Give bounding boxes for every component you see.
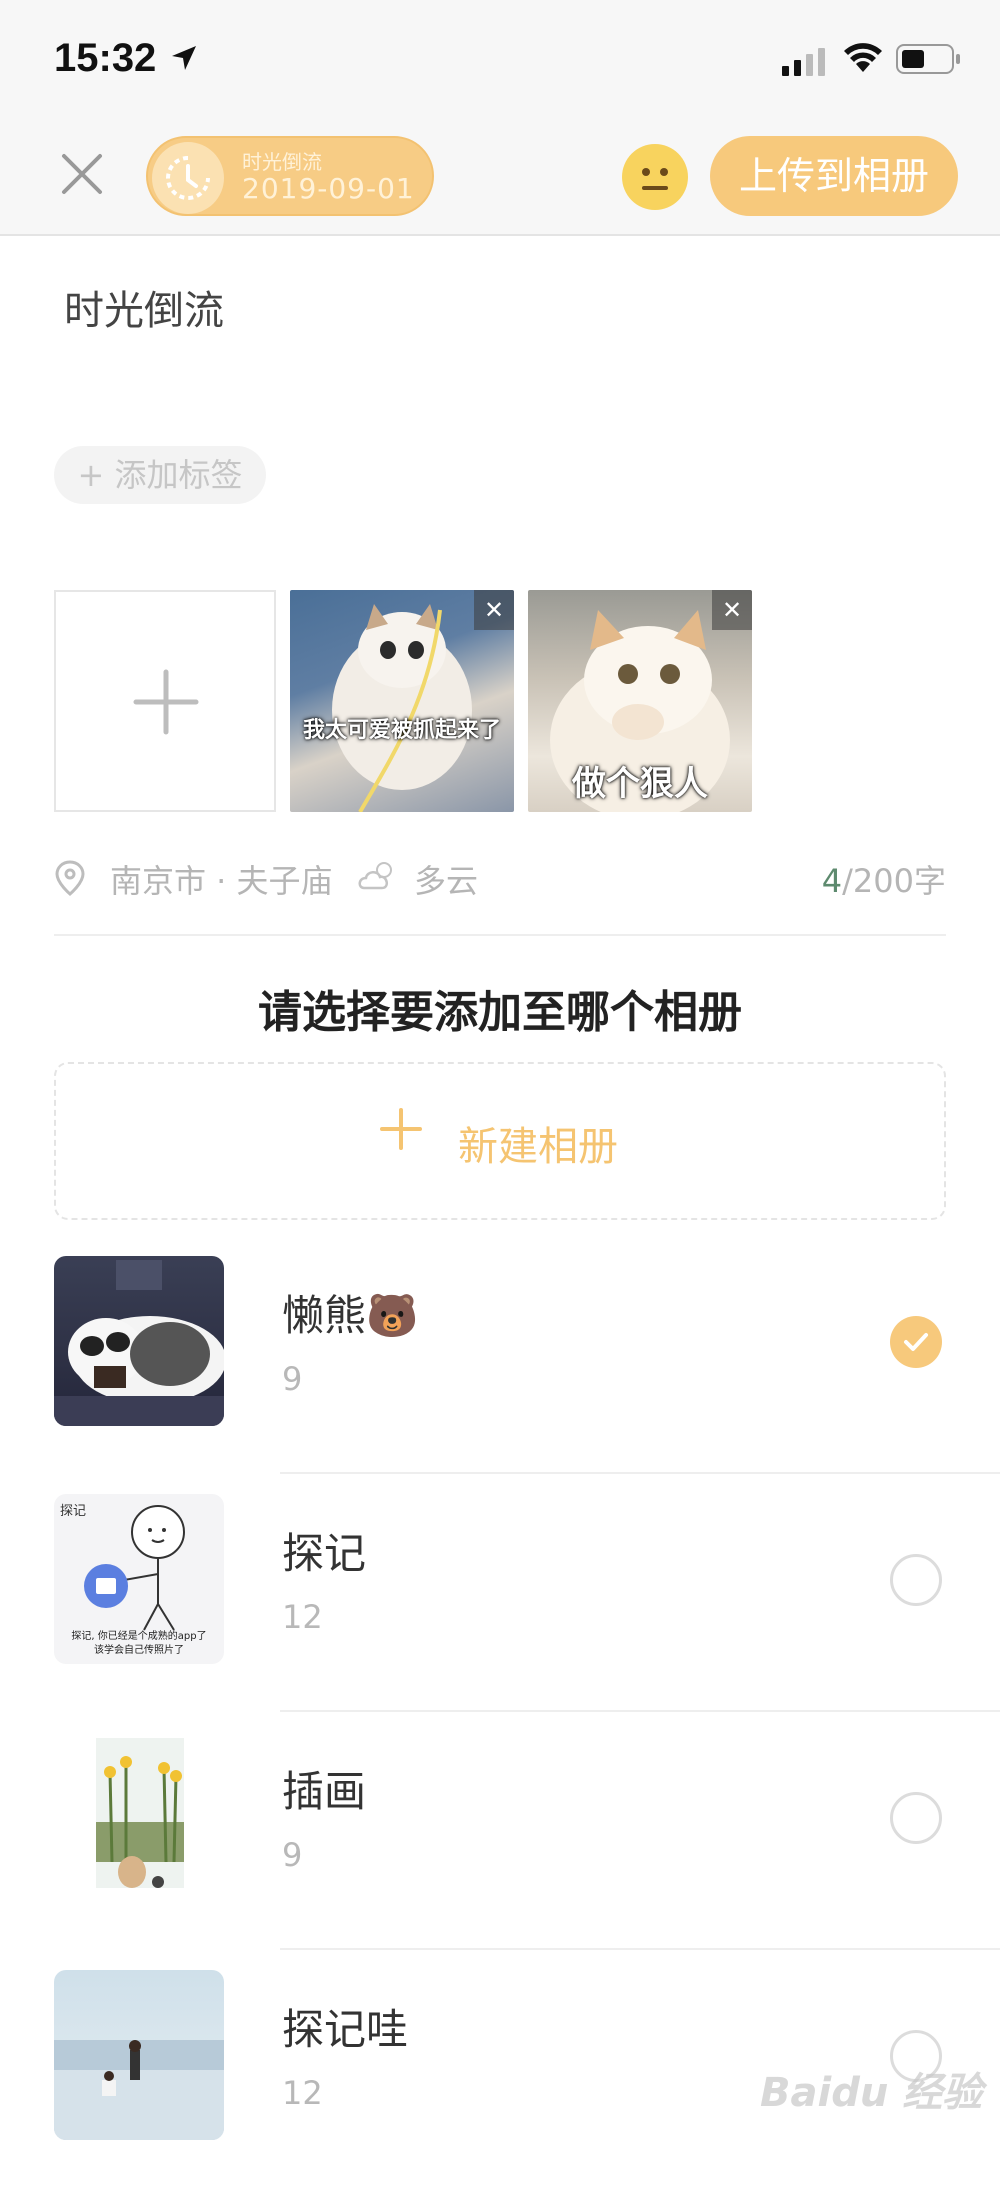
character-count-used: 4 (821, 862, 843, 900)
plus-icon (133, 669, 199, 735)
new-album-button[interactable]: 新建相册 (54, 1062, 946, 1220)
remove-photo-button[interactable]: ✕ (474, 590, 514, 630)
album-list-item[interactable]: 懒熊🐻 9 (0, 1238, 1000, 1474)
add-photo-button[interactable] (54, 590, 276, 812)
album-name: 探记哇 (282, 2005, 409, 2054)
weather-label[interactable]: 多云 (414, 856, 478, 902)
album-picker-title: 请选择要添加至哪个相册 (258, 987, 742, 1038)
photo-caption: 我太可爱被抓起来了 (302, 718, 501, 743)
post-meta-row: 南京市 · 夫子庙 多云 4/200字 (54, 852, 946, 904)
album-select-radio[interactable] (890, 1792, 942, 1844)
album-cover-caption: 该学会自己传照片了 (94, 1645, 184, 1656)
album-name: 插画 (282, 1767, 367, 1816)
album-name: 探记 (282, 1529, 367, 1578)
character-counter: 4/200字 (822, 856, 946, 902)
divider (54, 934, 946, 936)
upload-to-album-button[interactable]: 上传到相册 (710, 136, 958, 216)
wifi-icon (844, 43, 882, 72)
divider (280, 1472, 1000, 1474)
plus-icon (380, 1108, 422, 1150)
album-photo-count: 12 (282, 2074, 323, 2112)
divider (280, 1948, 1000, 1950)
time-back-selector[interactable]: 时光倒流 2019-09-01 (146, 136, 434, 216)
new-album-label: 新建相册 (458, 1124, 618, 1170)
check-icon (904, 1333, 928, 1351)
time-back-icon (152, 142, 224, 214)
album-select-radio[interactable] (890, 1554, 942, 1606)
close-button[interactable] (60, 152, 104, 196)
mood-face-icon[interactable] (622, 144, 688, 210)
watermark: Baidu 经验 (760, 2070, 983, 2116)
post-title-input[interactable]: 时光倒流 (64, 278, 224, 336)
album-cover (54, 1256, 224, 1426)
cellular-signal-icon (782, 48, 825, 76)
remove-photo-button[interactable]: ✕ (712, 590, 752, 630)
album-select-checkmark[interactable] (890, 1316, 942, 1368)
album-photo-count: 9 (282, 1360, 303, 1398)
album-cover (54, 1732, 224, 1902)
album-list-item[interactable]: 探记 探记, 你已经是个成熟的app了 该学会自己传照片了 探记 12 (0, 1476, 1000, 1712)
album-list-item[interactable]: 插画 9 (0, 1714, 1000, 1950)
photo-thumbnail[interactable]: 做个狠人 ✕ (528, 590, 752, 812)
location-arrow-icon (172, 46, 196, 70)
battery-icon (896, 44, 960, 74)
divider (280, 1710, 1000, 1712)
character-count-limit: /200字 (842, 862, 946, 900)
album-photo-count: 12 (282, 1598, 323, 1636)
add-tag-button[interactable]: + 添加标签 (54, 446, 266, 504)
album-cover: 探记 探记, 你已经是个成熟的app了 该学会自己传照片了 (54, 1494, 224, 1664)
album-cover (54, 1970, 224, 2140)
time-back-date: 2019-09-01 (242, 172, 415, 205)
status-time: 15:32 (54, 36, 157, 80)
location-label[interactable]: 南京市 · 夫子庙 (110, 856, 333, 902)
cloudy-weather-icon (358, 862, 392, 890)
album-cover-caption: 探记, 你已经是个成熟的app了 (71, 1631, 207, 1642)
album-name: 懒熊🐻 (282, 1291, 419, 1340)
location-pin-icon (55, 860, 85, 896)
photo-thumbnail[interactable]: 我太可爱被抓起来了 ✕ (290, 590, 514, 812)
album-photo-count: 9 (282, 1836, 303, 1874)
photo-caption: 做个狠人 (572, 764, 708, 804)
time-back-title: 时光倒流 (242, 150, 322, 174)
